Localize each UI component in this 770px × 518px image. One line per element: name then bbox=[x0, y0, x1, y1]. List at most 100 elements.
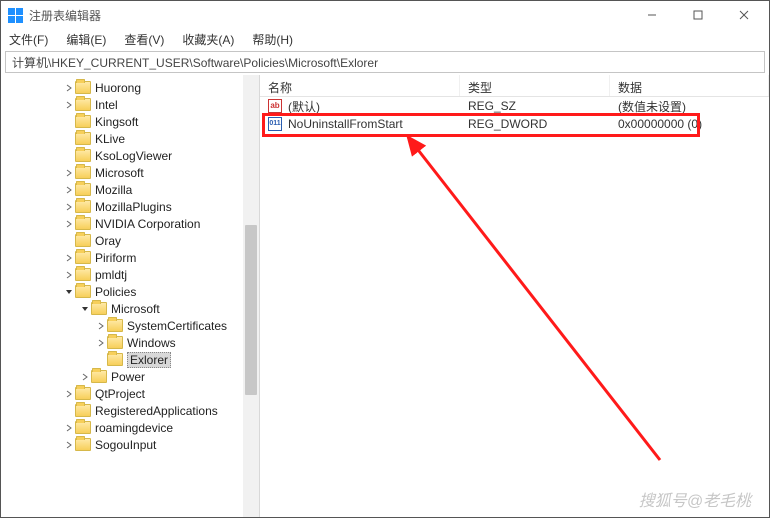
tree-scrollbar[interactable] bbox=[243, 75, 259, 517]
chevron-icon[interactable] bbox=[79, 305, 91, 313]
tree-node[interactable]: KsoLogViewer bbox=[1, 147, 259, 164]
folder-icon bbox=[107, 353, 123, 366]
tree-label: QtProject bbox=[95, 387, 145, 401]
tree-label: Microsoft bbox=[95, 166, 144, 180]
tree-label: roamingdevice bbox=[95, 421, 173, 435]
value-data: 0x00000000 (0) bbox=[618, 117, 702, 131]
folder-icon bbox=[75, 387, 91, 400]
chevron-icon[interactable] bbox=[63, 101, 75, 109]
chevron-icon[interactable] bbox=[95, 322, 107, 330]
tree-node[interactable]: pmldtj bbox=[1, 266, 259, 283]
chevron-icon[interactable] bbox=[63, 271, 75, 279]
tree-label: Policies bbox=[95, 285, 136, 299]
tree-node[interactable]: roamingdevice bbox=[1, 419, 259, 436]
value-row[interactable]: 011NoUninstallFromStartREG_DWORD0x000000… bbox=[260, 115, 769, 133]
menu-view[interactable]: 查看(V) bbox=[120, 29, 168, 50]
folder-icon bbox=[75, 183, 91, 196]
folder-icon bbox=[75, 217, 91, 230]
close-button[interactable] bbox=[721, 1, 767, 29]
folder-icon bbox=[75, 285, 91, 298]
tree-node[interactable]: Policies bbox=[1, 283, 259, 300]
folder-icon bbox=[75, 421, 91, 434]
tree-label: Huorong bbox=[95, 81, 141, 95]
folder-icon bbox=[75, 438, 91, 451]
value-name: NoUninstallFromStart bbox=[288, 117, 403, 131]
app-icon bbox=[7, 7, 23, 23]
value-row[interactable]: ab(默认)REG_SZ(数值未设置) bbox=[260, 97, 769, 115]
tree-panel: Huorong Intel Kingsoft KLiveKsoLogViewer Mic… bbox=[1, 75, 260, 517]
window-title: 注册表编辑器 bbox=[29, 7, 629, 24]
tree-node[interactable]: KLive bbox=[1, 130, 259, 147]
chevron-icon[interactable] bbox=[63, 390, 75, 398]
tree-node[interactable]: SogouInput bbox=[1, 436, 259, 453]
value-name: (默认) bbox=[288, 98, 320, 115]
chevron-icon[interactable] bbox=[63, 424, 75, 432]
menu-help[interactable]: 帮助(H) bbox=[248, 29, 297, 50]
title-bar: 注册表编辑器 bbox=[1, 1, 769, 29]
folder-icon bbox=[75, 149, 91, 162]
chevron-icon[interactable] bbox=[63, 84, 75, 92]
folder-icon bbox=[91, 370, 107, 383]
chevron-icon[interactable] bbox=[95, 339, 107, 347]
chevron-icon[interactable] bbox=[63, 220, 75, 228]
chevron-icon[interactable] bbox=[63, 254, 75, 262]
tree-label: MozillaPlugins bbox=[95, 200, 172, 214]
address-bar[interactable]: 计算机\HKEY_CURRENT_USER\Software\Policies\… bbox=[5, 51, 765, 73]
tree-label: pmldtj bbox=[95, 268, 127, 282]
scrollbar-thumb[interactable] bbox=[245, 225, 257, 395]
annotation-arrow bbox=[260, 75, 770, 518]
tree-node[interactable]: Windows bbox=[1, 334, 259, 351]
tree-label: Microsoft bbox=[111, 302, 160, 316]
tree-label: Windows bbox=[127, 336, 176, 350]
chevron-icon[interactable] bbox=[63, 441, 75, 449]
folder-icon bbox=[75, 404, 91, 417]
tree-label: Kingsoft bbox=[95, 115, 138, 129]
folder-icon bbox=[75, 166, 91, 179]
folder-icon bbox=[107, 319, 123, 332]
tree-node[interactable]: Oray bbox=[1, 232, 259, 249]
folder-icon bbox=[75, 98, 91, 111]
col-data[interactable]: 数据 bbox=[610, 75, 769, 96]
chevron-icon[interactable] bbox=[63, 203, 75, 211]
tree-node[interactable]: Intel bbox=[1, 96, 259, 113]
col-name[interactable]: 名称 bbox=[260, 75, 460, 96]
chevron-icon[interactable] bbox=[63, 288, 75, 296]
tree-label: SogouInput bbox=[95, 438, 156, 452]
chevron-icon[interactable] bbox=[63, 169, 75, 177]
watermark: 搜狐号@老毛桃 bbox=[639, 487, 751, 511]
tree-node[interactable]: QtProject bbox=[1, 385, 259, 402]
tree-node[interactable]: RegisteredApplications bbox=[1, 402, 259, 419]
menu-fav[interactable]: 收藏夹(A) bbox=[178, 29, 238, 50]
tree-label: Intel bbox=[95, 98, 118, 112]
folder-icon bbox=[75, 115, 91, 128]
tree-label: Oray bbox=[95, 234, 121, 248]
tree-node[interactable]: NVIDIA Corporation bbox=[1, 215, 259, 232]
chevron-icon[interactable] bbox=[63, 186, 75, 194]
menu-edit[interactable]: 编辑(E) bbox=[62, 29, 110, 50]
string-value-icon: ab bbox=[268, 99, 282, 113]
folder-icon bbox=[75, 81, 91, 94]
chevron-icon[interactable] bbox=[79, 373, 91, 381]
folder-icon bbox=[75, 268, 91, 281]
maximize-button[interactable] bbox=[675, 1, 721, 29]
tree-node[interactable]: Huorong bbox=[1, 79, 259, 96]
tree-node[interactable]: Power bbox=[1, 368, 259, 385]
folder-icon bbox=[75, 234, 91, 247]
column-header: 名称 类型 数据 bbox=[260, 75, 769, 97]
menu-file[interactable]: 文件(F) bbox=[5, 29, 52, 50]
tree-node[interactable]: Piriform bbox=[1, 249, 259, 266]
tree-label: KLive bbox=[95, 132, 125, 146]
tree-node[interactable]: MozillaPlugins bbox=[1, 198, 259, 215]
tree-label: Exlorer bbox=[127, 352, 171, 368]
minimize-button[interactable] bbox=[629, 1, 675, 29]
tree-node[interactable]: Mozilla bbox=[1, 181, 259, 198]
col-type[interactable]: 类型 bbox=[460, 75, 610, 96]
menu-bar: 文件(F) 编辑(E) 查看(V) 收藏夹(A) 帮助(H) bbox=[1, 29, 769, 49]
tree-label: RegisteredApplications bbox=[95, 404, 218, 418]
tree-node[interactable]: SystemCertificates bbox=[1, 317, 259, 334]
tree-node[interactable]: Microsoft bbox=[1, 300, 259, 317]
tree-node[interactable]: Exlorer bbox=[1, 351, 259, 368]
tree-node[interactable]: Microsoft bbox=[1, 164, 259, 181]
tree-node[interactable]: Kingsoft bbox=[1, 113, 259, 130]
tree-label: Piriform bbox=[95, 251, 136, 265]
